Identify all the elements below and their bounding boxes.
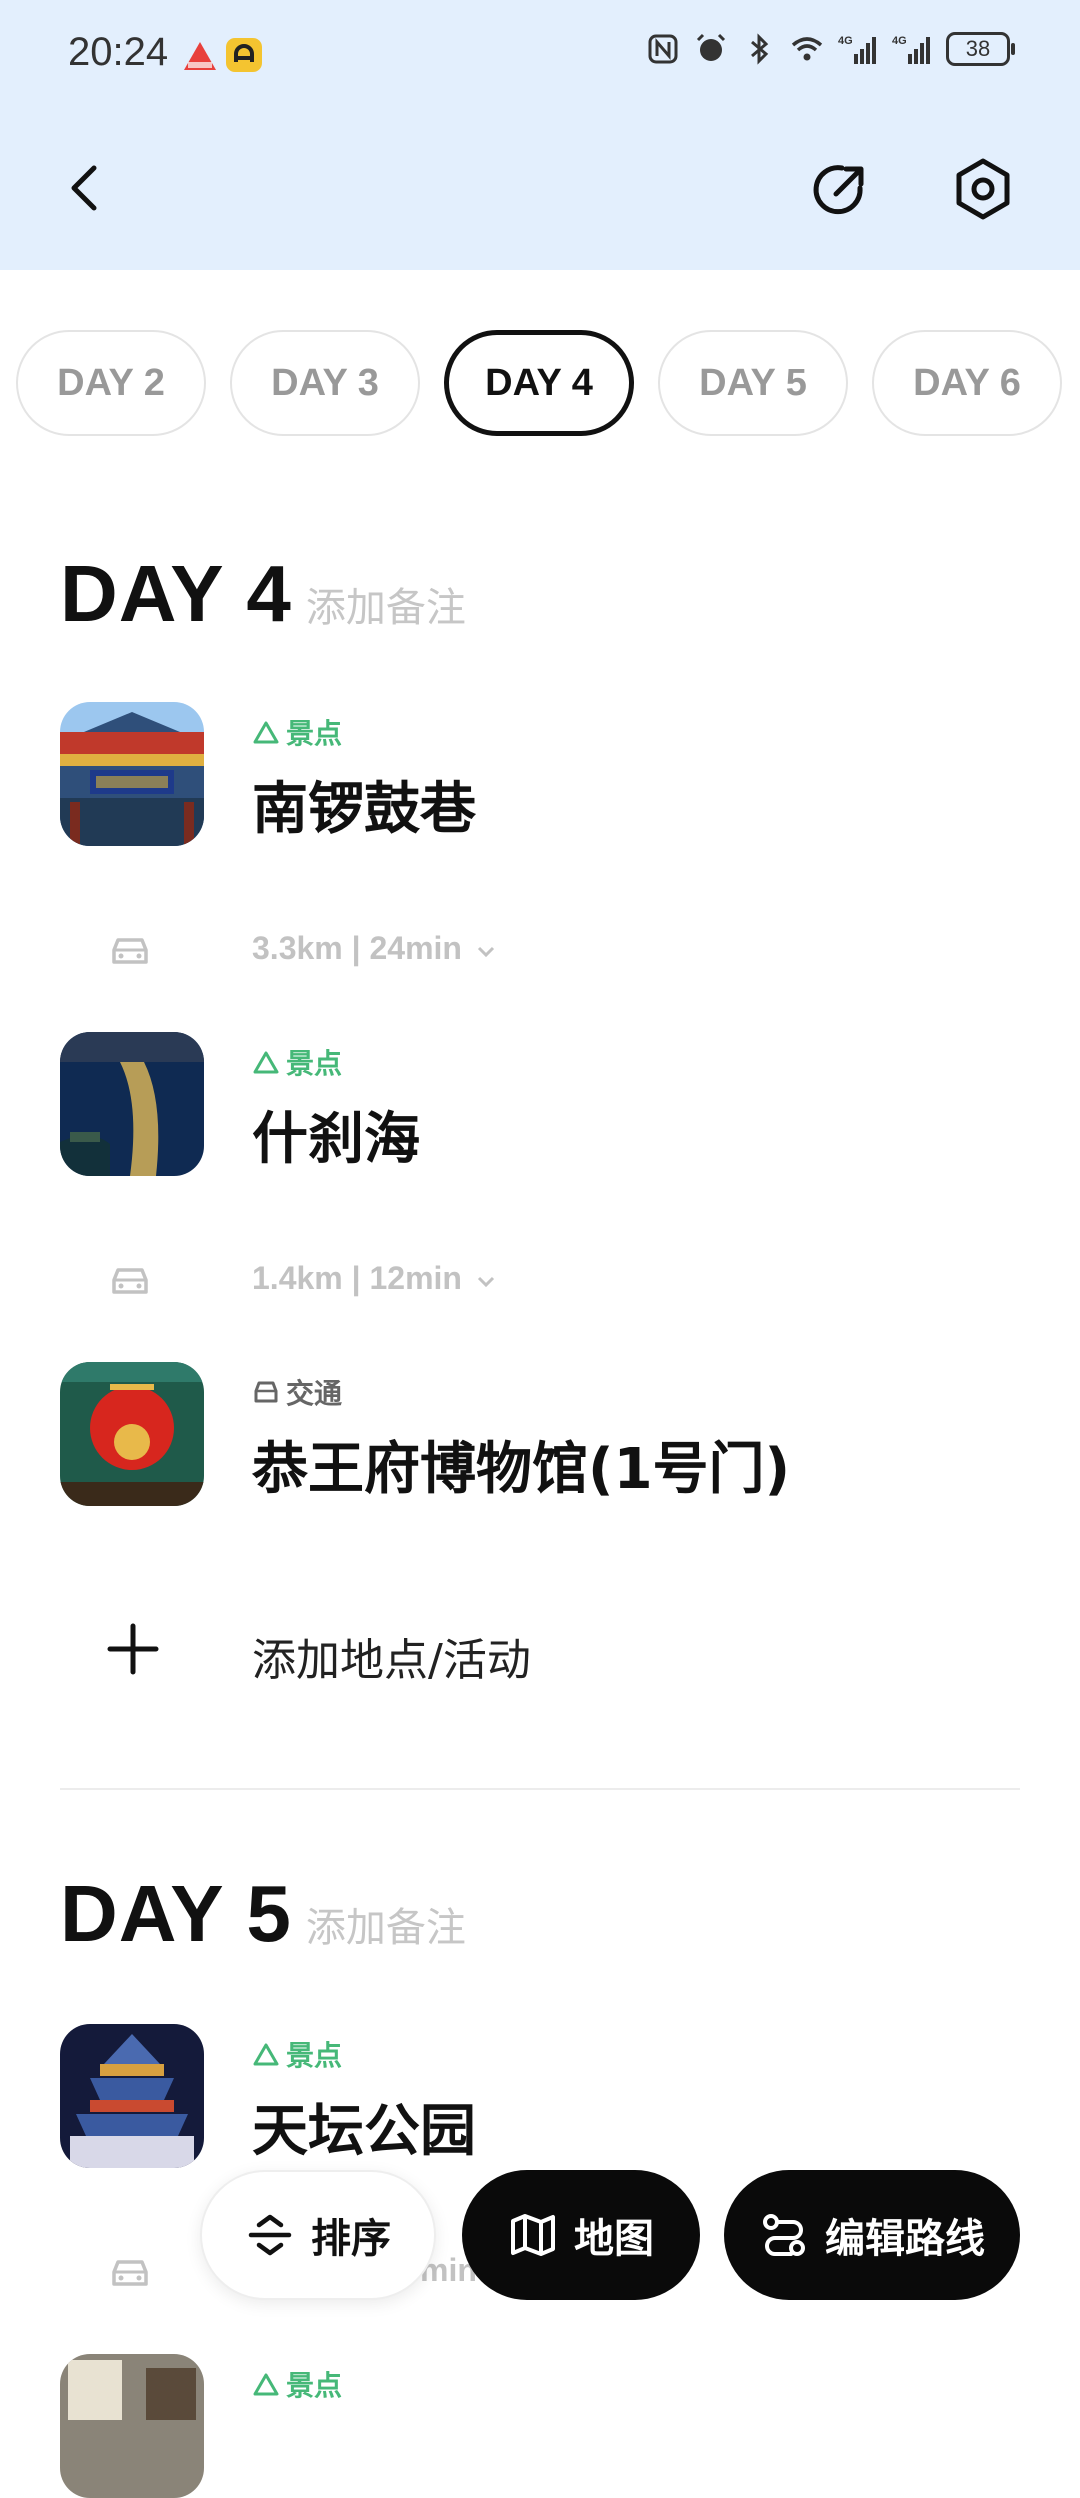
day-title: DAY 4 [60,549,292,638]
app-notification-icon [226,38,262,72]
category-label: 景点 [286,2039,343,2072]
mountain-icon [253,2043,279,2066]
place-name: 天坛公园 [252,2099,476,2164]
itinerary-place[interactable]: 景点 [60,2354,1020,2498]
add-place-button[interactable]: 添加地点/活动 [60,1610,1020,1690]
day-heading: DAY 4 添加备注 [60,548,466,640]
add-note-button[interactable]: 添加备注 [306,1895,466,1953]
day-title: DAY 5 [60,1869,292,1958]
tab-day-6[interactable]: DAY 6 [872,330,1062,436]
signal-4g-icon: 4G [838,35,876,64]
map-icon [511,2214,555,2256]
leg-label: 3.3km | 24min [252,930,462,966]
divider [60,1788,1020,1790]
mountain-icon [253,2373,279,2396]
battery-icon: 38 [946,32,1015,66]
chevron-down-icon [477,1276,494,1287]
place-name: 什刹海 [252,1107,420,1172]
car-icon [112,1268,148,1294]
place-thumbnail [60,1362,204,1506]
sort-label: 排序 [311,2216,391,2262]
place-category: 景点 [252,2364,342,2404]
car-icon [254,1381,278,1403]
itinerary-place[interactable]: 景点 什刹海 [60,1032,1020,1176]
map-label: 地图 [574,2216,654,2262]
tab-day-2[interactable]: DAY 2 [16,330,206,436]
sort-icon [248,2214,292,2256]
category-label: 景点 [286,717,343,750]
route-leg[interactable]: 3.3km | 24min [60,920,1020,980]
add-place-label: 添加地点/活动 [252,1635,531,1686]
place-category: 景点 [252,2034,342,2074]
tab-day-5[interactable]: DAY 5 [658,330,848,436]
place-category: 交通 [252,1372,342,1412]
car-icon [112,2260,148,2286]
chevron-down-icon [477,946,494,957]
place-thumbnail [60,1032,204,1176]
place-name: 恭王府博物馆(1号门) [252,1437,791,1502]
svg-text:4G: 4G [838,35,853,47]
category-label: 景点 [286,1047,343,1080]
leg-label: 1.4km | 12min [252,1260,462,1296]
place-thumbnail [60,2354,204,2498]
mountain-icon [253,1051,279,1074]
back-button[interactable] [58,160,114,216]
category-label: 景点 [286,2369,343,2402]
itinerary-place[interactable]: 景点 南锣鼓巷 [60,702,1020,846]
place-thumbnail [60,702,204,846]
tab-day-3[interactable]: DAY 3 [230,330,420,436]
place-name: 南锣鼓巷 [252,777,476,842]
nfc-icon [648,34,678,64]
leg-distance-time: 1.4km | 12min [252,1260,497,1297]
battery-level: 38 [965,36,991,61]
plus-icon [107,1623,159,1675]
leg-distance-time: 3.3km | 24min [252,930,497,967]
route-leg[interactable]: 1.4km | 12min [60,1250,1020,1310]
tab-day-4[interactable]: DAY 4 [444,330,634,436]
status-icons: 4G 4G 38 [646,32,1015,66]
car-icon [112,938,148,964]
day-tabs: DAY 2 DAY 3 DAY 4 DAY 5 DAY 6 [16,330,1062,436]
top-bar: 20:24 4G 4G 38 [0,0,1080,270]
category-label: 交通 [286,1377,343,1410]
alarm-icon [696,33,726,61]
edit-route-label: 编辑路线 [825,2216,985,2262]
route-icon [763,2214,805,2256]
signal-4g-icon: 4G [892,35,930,64]
place-category: 景点 [252,1042,342,1082]
settings-button[interactable] [950,156,1016,222]
wifi-icon [791,37,823,61]
itinerary-place[interactable]: 景点 天坛公园 [60,2024,1020,2168]
sort-button[interactable]: 排序 [200,2170,436,2300]
svg-text:4G: 4G [892,35,907,47]
app-notification-icon [184,42,216,70]
mountain-icon [253,721,279,744]
day-heading: DAY 5 添加备注 [60,1868,466,1960]
status-time: 20:24 [68,30,169,74]
share-button[interactable] [808,158,872,222]
edit-route-button[interactable]: 编辑路线 [724,2170,1020,2300]
place-category: 景点 [252,712,342,752]
bluetooth-icon [751,33,769,65]
itinerary-place[interactable]: 交通 恭王府博物馆(1号门) [60,1362,1020,1506]
add-note-button[interactable]: 添加备注 [306,575,466,633]
map-button[interactable]: 地图 [462,2170,700,2300]
place-thumbnail [60,2024,204,2168]
